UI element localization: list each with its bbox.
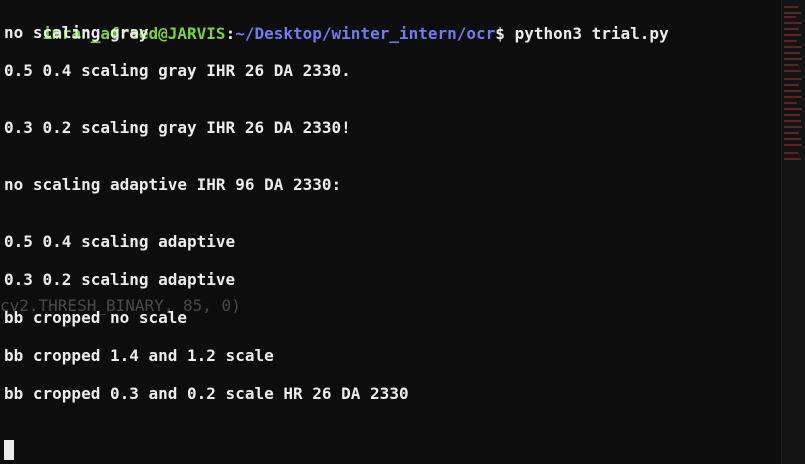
terminal-scrollbar[interactable] bbox=[781, 0, 805, 464]
prompt-dollar: $ bbox=[495, 24, 505, 43]
output-line-9: bb cropped 0.3 and 0.2 scale HR 26 DA 23… bbox=[4, 384, 409, 403]
output-line-6: 0.3 0.2 scaling adaptive bbox=[4, 270, 236, 289]
terminal-window[interactable]: imran_afreed@JARVIS:~/Desktop/winter_int… bbox=[0, 0, 782, 464]
text-cursor bbox=[4, 440, 14, 460]
output-line-3: 0.3 0.2 scaling gray IHR 26 DA 2330! bbox=[4, 118, 351, 137]
minimap-preview bbox=[784, 6, 803, 166]
output-line-2: 0.5 0.4 scaling gray IHR 26 DA 2330. bbox=[4, 61, 351, 80]
prompt-colon: : bbox=[225, 24, 236, 43]
prompt-path: ~/Desktop/winter_intern/ocr bbox=[235, 24, 496, 43]
prompt-command: python3 trial.py bbox=[504, 24, 669, 43]
output-line-4: no scaling adaptive IHR 96 DA 2330: bbox=[4, 175, 342, 194]
output-line-1: no scaling gray bbox=[4, 23, 149, 42]
output-line-7: bb cropped no scale bbox=[4, 308, 188, 327]
output-line-8: bb cropped 1.4 and 1.2 scale bbox=[4, 346, 274, 365]
output-line-5: 0.5 0.4 scaling adaptive bbox=[4, 232, 236, 251]
